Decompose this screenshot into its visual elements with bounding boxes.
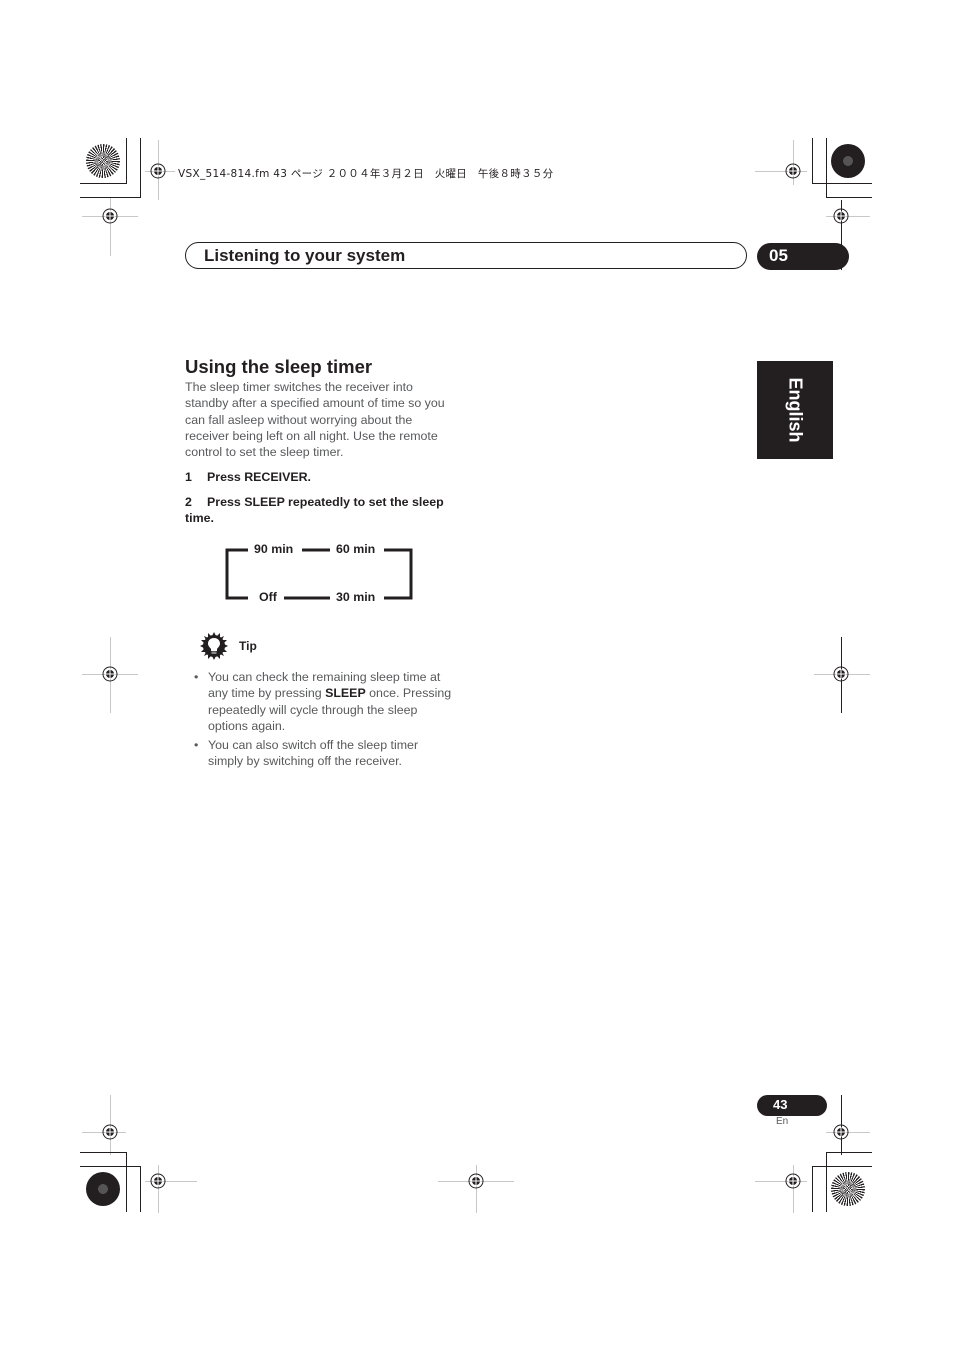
registration-target-icon [102, 208, 118, 224]
registration-sunburst-icon [831, 144, 865, 178]
registration-target-icon [833, 208, 849, 224]
crop-line [812, 1166, 872, 1167]
crop-line [826, 1152, 872, 1153]
crop-line [80, 1166, 141, 1167]
step-2: 2 Press SLEEP repeatedly to set the sleep… [185, 494, 460, 527]
crop-line [140, 138, 141, 198]
language-tab: English [757, 361, 833, 459]
registration-target-icon [785, 1173, 801, 1189]
tip-item: • You can check the remaining sleep time… [194, 669, 456, 734]
registration-target-icon [102, 1124, 118, 1140]
tip-item: • You can also switch off the sleep time… [194, 737, 456, 770]
lightbulb-gear-icon [200, 632, 228, 660]
crop-line [140, 1166, 141, 1212]
tip-text-bold: SLEEP [325, 686, 366, 701]
crop-line [110, 198, 111, 256]
crop-line [812, 138, 813, 184]
registration-target-icon [468, 1173, 484, 1189]
crop-line [80, 1152, 127, 1153]
section-title: Listening to your system [204, 246, 406, 265]
bullet-icon: • [194, 670, 199, 684]
print-file-header: VSX_514-814.fm 43 ページ ２００４年３月２日 火曜日 午後８時… [178, 168, 554, 180]
registration-target-icon [102, 666, 118, 682]
crop-line [812, 1166, 813, 1212]
step-1: 1 Press RECEIVER. [185, 469, 460, 485]
crop-line [826, 197, 872, 198]
registration-target-icon [833, 1124, 849, 1140]
tip-label: Tip [239, 639, 257, 653]
crop-line [826, 138, 827, 198]
step-text: Press RECEIVER. [207, 470, 311, 484]
crop-line [826, 1152, 827, 1212]
step-number: 1 [185, 470, 192, 484]
chapter-number: 05 [769, 246, 788, 265]
crop-line [812, 183, 872, 184]
step-number: 2 [185, 495, 192, 509]
cycle-option-30-min: 30 min [334, 590, 378, 604]
sleep-cycle-diagram: 90 min 60 min Off 30 min [222, 540, 417, 605]
cycle-option-90-min: 90 min [252, 542, 296, 556]
bullet-icon: • [194, 738, 199, 753]
registration-target-icon [833, 666, 849, 682]
registration-target-icon [150, 1173, 166, 1189]
page-language-code: En [776, 1116, 789, 1127]
registration-target-icon [785, 163, 801, 179]
registration-sunburst-icon [86, 1172, 120, 1206]
tip-text: You can also switch off the sleep timer … [208, 738, 419, 769]
registration-sunburst-icon [86, 144, 120, 178]
crop-line [80, 183, 127, 184]
page-number: 43 [773, 1097, 788, 1112]
language-tab-label: English [785, 377, 806, 443]
crop-line [126, 138, 127, 184]
cycle-option-60-min: 60 min [334, 542, 378, 556]
step-text: Press SLEEP repeatedly to set the sleep … [185, 495, 444, 526]
section-header-bar: Listening to your system [185, 242, 747, 269]
cycle-option-off: Off [257, 590, 279, 604]
registration-target-icon [150, 163, 166, 179]
intro-paragraph: The sleep timer switches the receiver in… [185, 380, 445, 460]
page-number-badge: 43 [757, 1095, 827, 1116]
chapter-number-badge: 05 [757, 243, 849, 270]
tip-list: • You can check the remaining sleep time… [194, 669, 456, 773]
page-heading: Using the sleep timer [185, 356, 373, 377]
registration-sunburst-icon [831, 1172, 865, 1206]
crop-line [126, 1152, 127, 1212]
